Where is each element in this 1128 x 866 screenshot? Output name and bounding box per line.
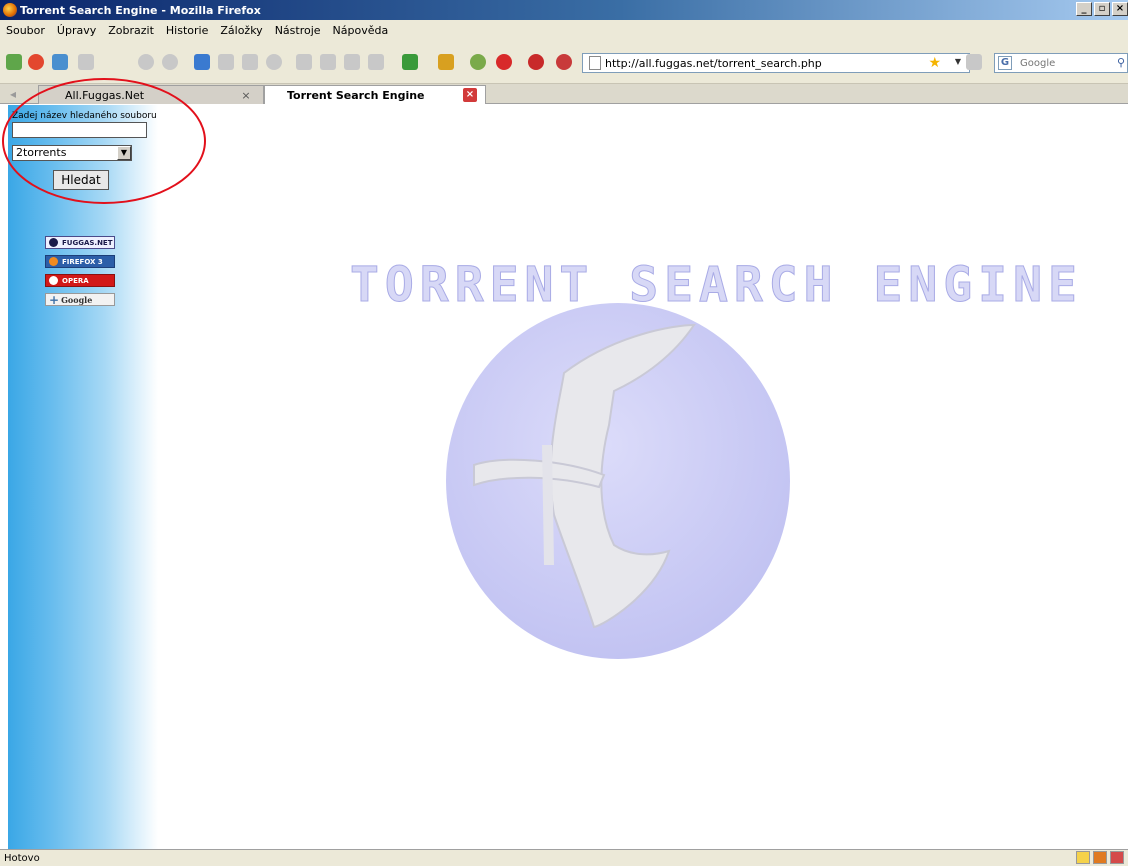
menu-zobrazit[interactable]: Zobrazit	[108, 24, 154, 37]
home-icon[interactable]	[242, 54, 258, 70]
history-icon[interactable]	[266, 54, 282, 70]
menu-historie[interactable]: Historie	[166, 24, 208, 37]
search-query-input[interactable]	[12, 122, 147, 138]
menu-napoveda[interactable]: Nápověda	[333, 24, 389, 37]
close-tab-icon[interactable]: ×	[463, 88, 477, 102]
forward-icon[interactable]	[162, 54, 178, 70]
feed-icon[interactable]	[966, 54, 982, 70]
search-input[interactable]	[1020, 57, 1100, 69]
close-tab-icon[interactable]: ×	[239, 89, 253, 102]
bookmark-star-icon[interactable]	[28, 54, 44, 70]
url-bar[interactable]: ★ ▼	[582, 53, 970, 73]
engine-selected-value: 2torrents	[16, 146, 67, 159]
menu-zalozky[interactable]: Záložky	[220, 24, 262, 37]
search-form: Zadej název hledaného souboru 2torrents …	[12, 111, 157, 190]
firefox-logo-icon	[49, 257, 58, 266]
fuggas-logo-icon	[49, 238, 58, 247]
fuggas-badge[interactable]: FUGGAS.NET	[45, 236, 115, 249]
opera-badge-label: OPERA	[62, 276, 89, 285]
tab-label: All.Fuggas.Net	[65, 88, 145, 102]
cut-icon[interactable]	[296, 54, 312, 70]
search-box[interactable]: G ⚲	[994, 53, 1128, 73]
firefox-status-icon[interactable]	[1093, 851, 1107, 864]
tab-torrent-search[interactable]: Torrent Search Engine ×	[264, 85, 486, 104]
google-engine-icon[interactable]: G	[998, 56, 1012, 70]
tab-label: Torrent Search Engine	[287, 88, 425, 102]
window-title-bar: Torrent Search Engine - Mozilla Firefox …	[0, 0, 1128, 20]
chevron-down-icon[interactable]: ▼	[955, 57, 961, 66]
fuggas-badge-label: FUGGAS.NET	[62, 238, 113, 247]
maximize-button[interactable]: ▫	[1094, 2, 1110, 16]
google-badge-label: Google	[61, 294, 93, 305]
page-icon	[589, 56, 601, 70]
search-button[interactable]: Hledat	[53, 170, 109, 190]
opera-badge[interactable]: OPERA	[45, 274, 115, 287]
menu-soubor[interactable]: Soubor	[6, 24, 45, 37]
status-icons	[1076, 851, 1124, 864]
plus-icon: +	[49, 292, 60, 307]
menu-upravy[interactable]: Úpravy	[57, 24, 96, 37]
sidebar	[8, 105, 158, 849]
pencil-icon[interactable]	[438, 54, 454, 70]
chevron-down-icon[interactable]: ▼	[117, 146, 131, 160]
opera-icon[interactable]	[528, 54, 544, 70]
firefox-badge[interactable]: FIREFOX 3	[45, 255, 115, 268]
menu-nastroje[interactable]: Nástroje	[275, 24, 321, 37]
tab-scroll-icon[interactable]: ◂	[10, 87, 16, 101]
copy-icon[interactable]	[320, 54, 336, 70]
bookmark-star-icon[interactable]: ★	[928, 55, 941, 71]
firefox-badge-label: FIREFOX 3	[62, 257, 103, 266]
search-icon[interactable]: ⚲	[1117, 56, 1125, 69]
addon-status-icon[interactable]	[1110, 851, 1124, 864]
firefox-icon	[3, 3, 17, 17]
window-controls: _ ▫ ×	[1076, 2, 1128, 16]
download-icon[interactable]	[52, 54, 68, 70]
opera-logo-icon	[49, 276, 58, 285]
language-icon[interactable]	[496, 54, 512, 70]
paste-icon[interactable]	[344, 54, 360, 70]
status-text: Hotovo	[4, 852, 40, 864]
status-bar: Hotovo	[0, 849, 1128, 866]
tab-all-fuggas[interactable]: All.Fuggas.Net ×	[38, 85, 264, 104]
minimize-button[interactable]: _	[1076, 2, 1092, 16]
search-label: Zadej název hledaného souboru	[12, 111, 157, 121]
tab-bar: ◂ All.Fuggas.Net × Torrent Search Engine…	[0, 84, 1128, 104]
menu-bar: Soubor Úpravy Zobrazit Historie Záložky …	[0, 20, 1128, 40]
url-input[interactable]	[605, 56, 905, 70]
close-button[interactable]: ×	[1112, 2, 1128, 16]
navigation-toolbar: ★ ▼ G ⚲	[0, 40, 1128, 84]
addons-icon[interactable]	[402, 54, 418, 70]
undo-icon[interactable]	[78, 54, 94, 70]
window-title: Torrent Search Engine - Mozilla Firefox	[20, 3, 261, 17]
stop-icon[interactable]	[218, 54, 234, 70]
back-icon[interactable]	[138, 54, 154, 70]
reload-icon[interactable]	[194, 54, 210, 70]
refresh-icon[interactable]	[6, 54, 22, 70]
engine-select[interactable]: 2torrents ▼	[12, 145, 132, 161]
google-badge[interactable]: + Google	[45, 292, 115, 307]
network-icon[interactable]	[470, 54, 486, 70]
page-content: Zadej název hledaného souboru 2torrents …	[0, 78, 1128, 849]
fuggas-emblem-logo	[446, 303, 790, 659]
warning-icon[interactable]	[1076, 851, 1090, 864]
addon-red-icon[interactable]	[556, 54, 572, 70]
print-icon[interactable]	[368, 54, 384, 70]
